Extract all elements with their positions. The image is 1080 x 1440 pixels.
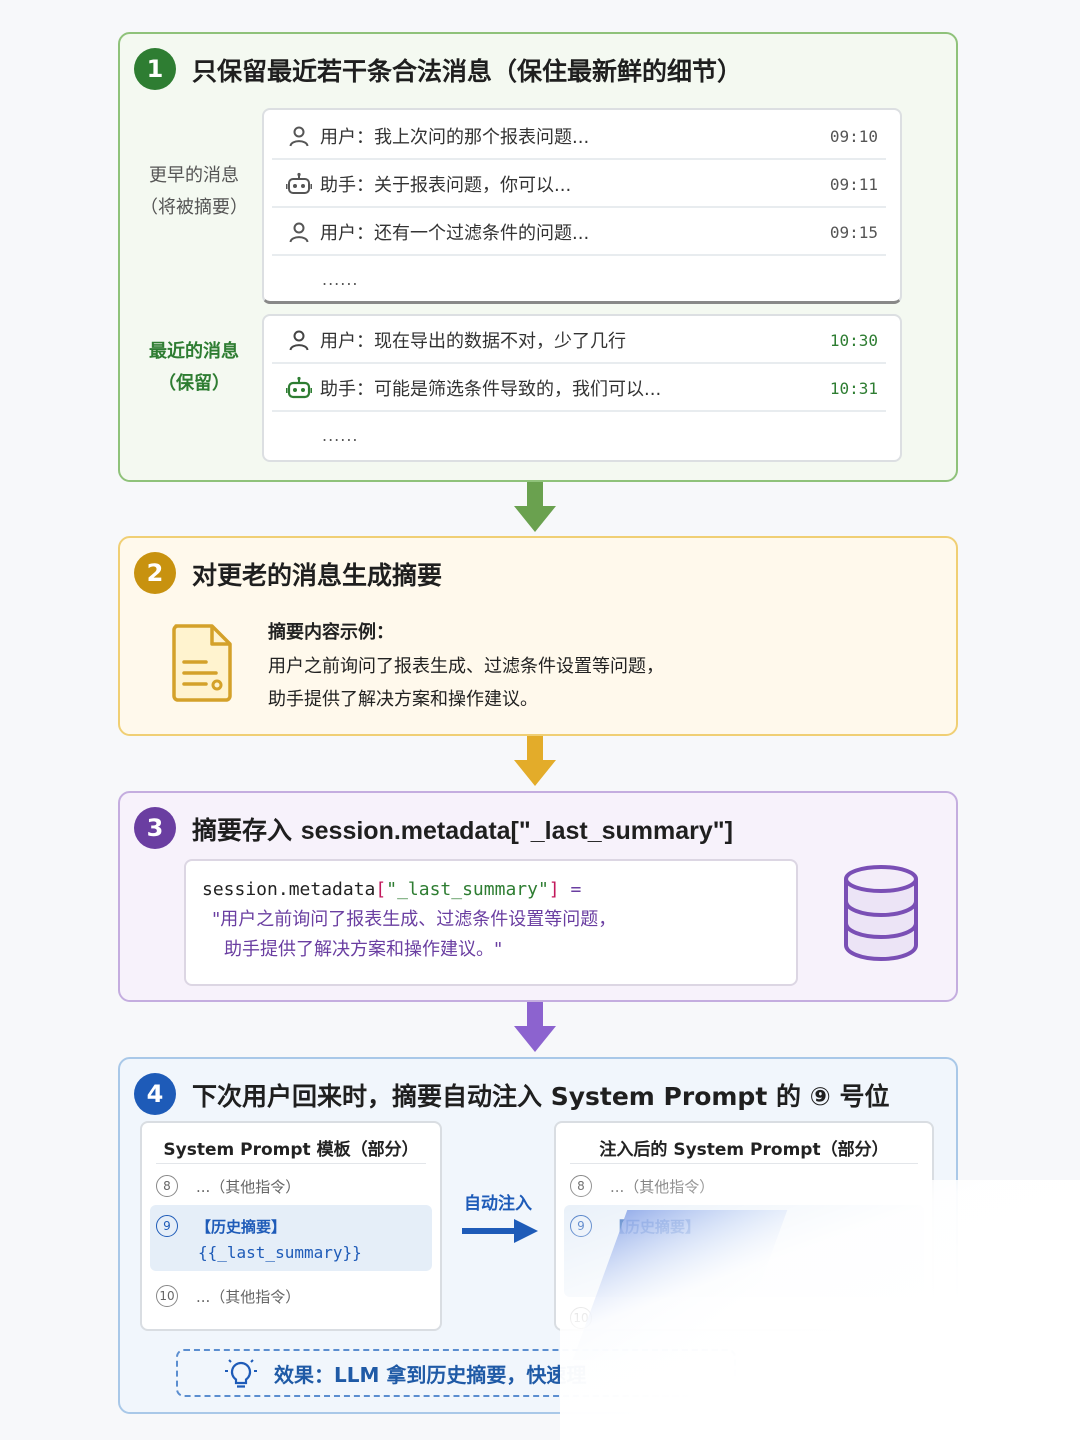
robot-icon xyxy=(286,171,312,197)
step1-title: 只保留最近若干条合法消息（保住最新鲜的细节） xyxy=(192,57,743,86)
effect-callout: 效果：LLM 拿到历史摘要，快速理 xyxy=(176,1349,736,1397)
code-bracket: ] xyxy=(548,879,560,900)
message-row: 助手：关于报表问题，你可以... 09:11 xyxy=(272,162,886,208)
user-icon xyxy=(286,123,312,149)
recent-messages-box: 用户：现在导出的数据不对，少了几行 10:30 助手：可能是筛选条件导致的，我们… xyxy=(262,314,902,462)
older-ellipsis: ...... xyxy=(322,270,359,289)
step3-title-code: session.metadata["_last_summary"] xyxy=(300,817,733,845)
prompt-template-title: System Prompt 模板（部分） xyxy=(163,1140,419,1160)
step2-panel: 2 对更老的消息生成摘要 摘要内容示例： 用户之前询问了报表生成、过滤条件设置等… xyxy=(118,536,958,736)
code-value-line1: "用户之前询问了报表生成、过滤条件设置等问题， xyxy=(212,909,617,930)
slot-9-row: 9 【历史摘要】 xyxy=(570,1215,700,1237)
step3-number-badge: 3 xyxy=(134,807,176,849)
slot-number-9: 9 xyxy=(570,1215,592,1237)
message-row: 助手：可能是筛选条件导致的，我们可以... 10:31 xyxy=(272,366,886,412)
lightbulb-icon xyxy=(225,1359,257,1388)
code-line1: session.metadata["_last_summary"] = xyxy=(202,875,780,905)
message-row: 用户：现在导出的数据不对，少了几行 10:30 xyxy=(272,318,886,364)
older-label-line2: （将被摘要） xyxy=(140,197,248,218)
step1-number-badge: 1 xyxy=(134,48,176,90)
older-messages-box: 用户：我上次问的那个报表问题... 09:10 助手：关于报表问题，你可以...… xyxy=(262,108,902,304)
step3-title-text: 摘要存入 xyxy=(192,816,293,845)
step4-number-badge: 4 xyxy=(134,1073,176,1115)
other-instructions: ...（其他指令） xyxy=(196,1177,301,1196)
summary-example-line2: 助手提供了解决方案和操作建议。 xyxy=(268,689,538,710)
message-text: 助手：关于报表问题，你可以... xyxy=(320,175,572,196)
slot-number-9: 9 xyxy=(156,1215,178,1237)
recent-messages-label: 最近的消息 （保留） xyxy=(138,336,250,400)
slot-9-row: 9 【历史摘要】 xyxy=(156,1215,286,1237)
other-instructions: ...（其他指令） xyxy=(610,1177,715,1196)
message-text: 用户：现在导出的数据不对，少了几行 xyxy=(320,331,626,352)
older-label-line1: 更早的消息 xyxy=(149,165,239,186)
step4-title: 下次用户回来时，摘要自动注入 System Prompt 的 ⑨ 号位 xyxy=(192,1082,890,1111)
history-summary-variable: {{_last_summary}} xyxy=(198,1243,362,1262)
older-messages-label: 更早的消息 （将被摘要） xyxy=(138,160,250,224)
slot-number-8: 8 xyxy=(570,1175,592,1197)
recent-label-line2: （保留） xyxy=(158,373,230,394)
effect-text: 效果：LLM 拿到历史摘要，快速理 xyxy=(274,1362,587,1387)
database-icon xyxy=(844,865,918,962)
slot-10-row: 10 xyxy=(570,1307,610,1329)
code-snippet: session.metadata["_last_summary"] = "用户之… xyxy=(184,859,798,986)
message-time: 09:10 xyxy=(829,126,878,146)
message-time: 09:11 xyxy=(829,174,878,194)
message-text: 用户：还有一个过滤条件的问题... xyxy=(320,223,590,244)
step3-panel: 3 摘要存入 session.metadata["_last_summary"]… xyxy=(118,791,958,1002)
step1-panel: 1 只保留最近若干条合法消息（保住最新鲜的细节） 更早的消息 （将被摘要） 最近… xyxy=(118,32,958,482)
step4-panel: 4 下次用户回来时，摘要自动注入 System Prompt 的 ⑨ 号位 Sy… xyxy=(118,1057,958,1414)
slot-10-row: 10 ...（其他指令） xyxy=(156,1285,300,1307)
message-text: 助手：可能是筛选条件导致的，我们可以... xyxy=(320,379,662,400)
user-icon xyxy=(286,219,312,245)
recent-label-line1: 最近的消息 xyxy=(149,341,239,362)
message-text: 用户：我上次问的那个报表问题... xyxy=(320,127,590,148)
user-icon xyxy=(286,327,312,353)
summary-example-line1: 用户之前询问了报表生成、过滤条件设置等问题， xyxy=(268,656,664,677)
injected-prompt-title: 注入后的 System Prompt（部分） xyxy=(599,1140,889,1160)
message-row: 用户：我上次问的那个报表问题... 09:10 xyxy=(272,114,886,160)
step3-title: 摘要存入 session.metadata["_last_summary"] xyxy=(192,811,733,847)
history-summary-label: 【历史摘要】 xyxy=(196,1217,287,1236)
message-time: 10:30 xyxy=(829,330,878,350)
document-icon xyxy=(172,624,232,702)
slot-8-row: 8 ...（其他指令） xyxy=(570,1175,714,1197)
down-arrow-icon xyxy=(514,482,556,532)
summary-example-heading: 摘要内容示例： xyxy=(268,622,394,643)
message-time: 09:15 xyxy=(829,222,878,242)
slot-number-8: 8 xyxy=(156,1175,178,1197)
code-object: session.metadata xyxy=(202,879,376,900)
robot-icon xyxy=(286,375,312,401)
step2-title: 对更老的消息生成摘要 xyxy=(192,561,443,590)
prompt-template-box: System Prompt 模板（部分） 8 ...（其他指令） 9 【历史摘要… xyxy=(140,1121,442,1331)
history-summary-label: 【历史摘要】 xyxy=(610,1217,701,1236)
slot-8-row: 8 ...（其他指令） xyxy=(156,1175,300,1197)
recent-ellipsis: ...... xyxy=(322,426,359,445)
slot-number-10: 10 xyxy=(570,1307,592,1329)
message-row: 用户：还有一个过滤条件的问题... 09:15 xyxy=(272,210,886,256)
right-arrow-icon xyxy=(462,1219,538,1243)
down-arrow-icon xyxy=(514,1002,556,1052)
other-instructions: ...（其他指令） xyxy=(196,1287,301,1306)
code-key: "_last_summary" xyxy=(386,879,549,900)
code-bracket: [ xyxy=(375,879,387,900)
message-time: 10:31 xyxy=(829,378,878,398)
injected-prompt-box: 注入后的 System Prompt（部分） 8 ...（其他指令） 9 【历史… xyxy=(554,1121,934,1331)
auto-inject-label: 自动注入 xyxy=(464,1194,532,1214)
down-arrow-icon xyxy=(514,736,556,786)
code-value-line2: 助手提供了解决方案和操作建议。" xyxy=(224,939,503,960)
slot-number-10: 10 xyxy=(156,1285,178,1307)
code-assign: = xyxy=(559,879,582,900)
step2-number-badge: 2 xyxy=(134,552,176,594)
